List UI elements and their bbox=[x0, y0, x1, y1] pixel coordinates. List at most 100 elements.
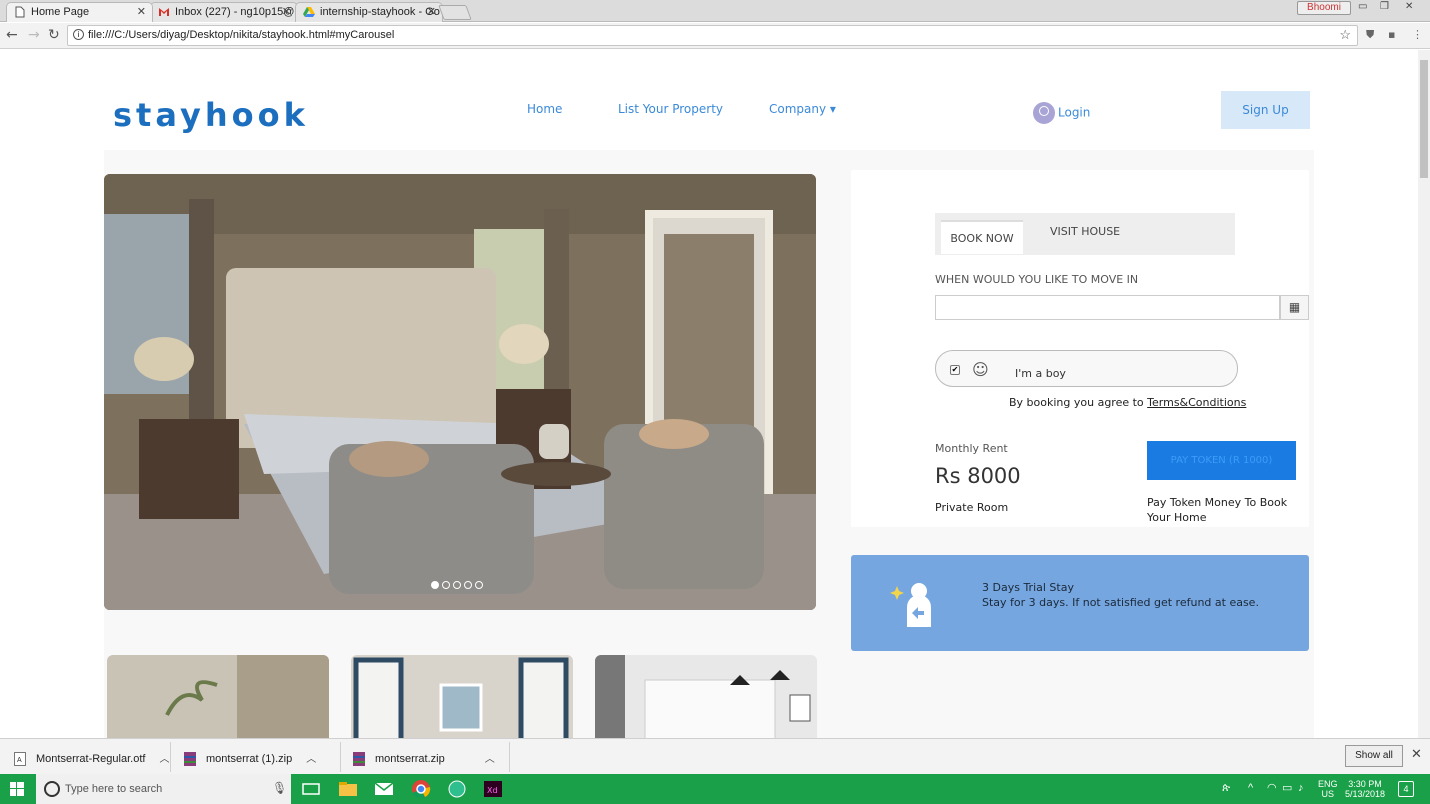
tab-drive[interactable]: internship-stayhook - Go ✕ bbox=[295, 2, 443, 22]
clock[interactable]: 3:30 PM 5/13/2018 bbox=[1345, 779, 1385, 799]
chevron-up-icon[interactable]: ︿ bbox=[306, 754, 316, 765]
chrome-icon[interactable] bbox=[410, 779, 432, 799]
extension-icon[interactable]: ▪ bbox=[1388, 28, 1395, 41]
close-icon[interactable]: ✕ bbox=[282, 5, 291, 18]
show-all-button[interactable]: Show all bbox=[1345, 745, 1403, 767]
language-indicator[interactable]: ENG US bbox=[1318, 779, 1338, 799]
drive-icon bbox=[303, 7, 315, 17]
divider bbox=[509, 742, 510, 772]
app-icon[interactable] bbox=[446, 779, 468, 799]
zip-file-icon bbox=[184, 752, 196, 767]
file-explorer-icon[interactable] bbox=[337, 779, 359, 799]
tab-label: internship-stayhook - Go bbox=[320, 6, 440, 18]
adobe-xd-icon[interactable]: Xd bbox=[482, 779, 504, 799]
url-bar[interactable]: i file:///C:/Users/diyag/Desktop/nikita/… bbox=[67, 25, 1358, 46]
tab-inbox[interactable]: Inbox (227) - ng10p15@ ✕ bbox=[150, 2, 298, 22]
tab-book-now[interactable]: BOOK NOW bbox=[941, 220, 1023, 254]
profile-badge[interactable]: Bhoomi bbox=[1297, 1, 1351, 15]
mail-icon[interactable] bbox=[373, 779, 395, 799]
chevron-up-icon[interactable]: ^ bbox=[1248, 783, 1253, 794]
shield-extension-icon[interactable]: ⛊ bbox=[1366, 28, 1374, 42]
close-icon[interactable]: ✕ bbox=[427, 5, 436, 18]
divider bbox=[340, 742, 341, 772]
site-logo[interactable]: stayhook bbox=[113, 96, 309, 134]
microphone-icon[interactable]: 🎙 bbox=[272, 781, 287, 795]
calendar-icon[interactable]: ▦ bbox=[1280, 295, 1309, 320]
region-code: US bbox=[1321, 789, 1335, 799]
carousel-dot[interactable] bbox=[431, 581, 439, 589]
downloads-bar: A Montserrat-Regular.otf ︿ montserrat (1).… bbox=[0, 738, 1430, 774]
people-icon[interactable]: ጵ bbox=[1222, 783, 1230, 794]
close-icon[interactable]: ✕ bbox=[1411, 747, 1422, 762]
carousel-dot[interactable] bbox=[442, 581, 450, 589]
download-name: Montserrat-Regular.otf bbox=[36, 753, 146, 765]
windows-start-icon[interactable] bbox=[10, 782, 24, 796]
battery-icon[interactable]: ▭ bbox=[1282, 783, 1292, 794]
clock-date: 5/13/2018 bbox=[1345, 789, 1386, 799]
gender-selector[interactable]: ✔ ☺ I'm a boy bbox=[935, 350, 1238, 387]
download-item[interactable]: montserrat (1).zip ︿ bbox=[184, 750, 316, 767]
forward-icon[interactable]: → bbox=[28, 27, 40, 43]
room-photo bbox=[107, 655, 329, 738]
pay-token-button[interactable]: PAY TOKEN (R 1000) bbox=[1147, 441, 1296, 480]
volume-icon[interactable]: ♪ bbox=[1298, 783, 1304, 794]
move-in-date-input[interactable] bbox=[935, 295, 1280, 320]
taskbar-search-box[interactable]: Type here to search 🎙 bbox=[36, 774, 291, 804]
chevron-up-icon[interactable]: ︿ bbox=[485, 754, 495, 765]
back-icon[interactable]: ← bbox=[6, 27, 18, 43]
zip-file-icon bbox=[353, 752, 365, 767]
cortana-icon[interactable] bbox=[44, 781, 60, 797]
tab-visit-house[interactable]: VISIT HOUSE bbox=[1050, 225, 1120, 238]
move-in-label: WHEN WOULD YOU LIKE TO MOVE IN bbox=[935, 273, 1139, 286]
restore-icon[interactable]: ❐ bbox=[1380, 1, 1389, 12]
property-carousel[interactable] bbox=[104, 174, 816, 610]
terms-link[interactable]: Terms&Conditions bbox=[1147, 396, 1246, 409]
login-label: Login bbox=[1058, 105, 1091, 120]
notification-count: 4 bbox=[1403, 784, 1409, 794]
carousel-dot[interactable] bbox=[464, 581, 472, 589]
download-name: montserrat (1).zip bbox=[206, 753, 293, 765]
login-link[interactable]: Login bbox=[1033, 102, 1090, 124]
svg-text:Xd: Xd bbox=[487, 786, 498, 795]
network-icon[interactable]: ◠ bbox=[1267, 783, 1277, 794]
download-name: montserrat.zip bbox=[375, 753, 445, 765]
rent-value: Rs 8000 bbox=[935, 464, 1021, 488]
task-view-icon[interactable] bbox=[300, 779, 322, 799]
thumbnail-photo[interactable] bbox=[595, 655, 817, 738]
booking-card: BOOK NOW VISIT HOUSE WHEN WOULD YOU LIKE… bbox=[851, 170, 1309, 527]
menu-icon[interactable]: ⋮ bbox=[1412, 28, 1423, 41]
new-tab-button[interactable] bbox=[438, 5, 472, 20]
kitchen-photo bbox=[595, 655, 817, 738]
nav-home[interactable]: Home bbox=[527, 102, 562, 116]
chevron-up-icon[interactable]: ︿ bbox=[159, 754, 169, 765]
carousel-dot[interactable] bbox=[453, 581, 461, 589]
close-window-icon[interactable]: ✕ bbox=[1405, 1, 1413, 12]
room-photo bbox=[351, 655, 573, 738]
gmail-icon bbox=[159, 8, 169, 16]
thumbnail-photo[interactable] bbox=[351, 655, 573, 738]
info-icon[interactable]: i bbox=[73, 29, 84, 40]
minimize-icon[interactable]: ▭ bbox=[1358, 1, 1367, 12]
bookmark-star-icon[interactable]: ☆ bbox=[1339, 27, 1351, 43]
signup-button[interactable]: Sign Up bbox=[1221, 91, 1310, 129]
page-scrollbar[interactable] bbox=[1418, 50, 1430, 738]
tab-label: Home Page bbox=[31, 6, 90, 18]
url-text: file:///C:/Users/diyag/Desktop/nikita/st… bbox=[88, 29, 395, 41]
download-item[interactable]: A Montserrat-Regular.otf ︿ bbox=[14, 750, 169, 767]
trial-stay-banner: 3 Days Trial Stay Stay for 3 days. If no… bbox=[851, 555, 1309, 651]
thumbnail-photo[interactable] bbox=[107, 655, 329, 738]
download-item[interactable]: montserrat.zip ︿ bbox=[353, 750, 495, 767]
browser-tab-strip: Home Page ✕ Inbox (227) - ng10p15@ ✕ int… bbox=[0, 0, 1430, 22]
nav-list-property[interactable]: List Your Property bbox=[618, 102, 723, 116]
tab-home-page[interactable]: Home Page ✕ bbox=[6, 2, 153, 22]
reload-icon[interactable]: ↻ bbox=[48, 27, 60, 43]
agree-text: By booking you agree to bbox=[1009, 396, 1148, 409]
nav-company-dropdown[interactable]: Company ▾ bbox=[769, 102, 836, 116]
page-icon bbox=[15, 6, 25, 18]
bedroom-photo bbox=[104, 174, 816, 610]
action-center-icon[interactable]: 4 bbox=[1398, 781, 1414, 797]
close-icon[interactable]: ✕ bbox=[137, 5, 146, 18]
checkbox[interactable]: ✔ bbox=[950, 365, 960, 375]
carousel-dot[interactable] bbox=[475, 581, 483, 589]
scrollbar-thumb[interactable] bbox=[1420, 60, 1428, 178]
